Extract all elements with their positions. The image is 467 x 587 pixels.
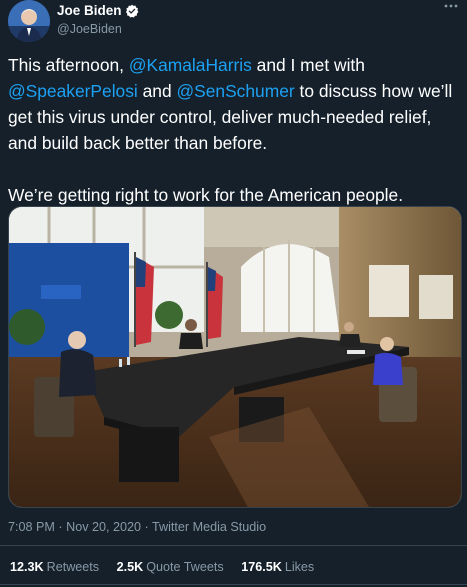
text-segment: and	[137, 81, 177, 101]
tweet-stats: 12.3K Retweets 2.5K Quote Tweets 176.5K Lik…	[10, 560, 328, 574]
divider	[0, 545, 467, 546]
separator: ·	[141, 520, 152, 534]
mention-speaker-pelosi[interactable]: @SpeakerPelosi	[8, 81, 138, 101]
text-segment: This afternoon,	[8, 55, 129, 75]
tweet-date[interactable]: Nov 20, 2020	[66, 520, 141, 534]
retweets-count: 12.3K	[10, 560, 44, 574]
tweet-header: Joe Biden @JoeBiden	[8, 0, 459, 44]
verified-badge-icon	[125, 4, 139, 18]
tweet-photo[interactable]	[8, 206, 462, 508]
display-name-row[interactable]: Joe Biden	[57, 3, 139, 18]
likes-stat[interactable]: 176.5K Likes	[241, 560, 314, 574]
text-segment: and I met with	[251, 55, 365, 75]
retweets-label: Retweets	[46, 560, 100, 574]
tweet-time[interactable]: 7:08 PM	[8, 520, 55, 534]
more-horizontal-icon[interactable]	[435, 0, 459, 14]
quote-tweets-count: 2.5K	[116, 560, 144, 574]
handle[interactable]: @JoeBiden	[57, 22, 139, 36]
tweet-meta: 7:08 PM · Nov 20, 2020 · Twitter Media S…	[8, 520, 266, 534]
author-names: Joe Biden @JoeBiden	[57, 2, 139, 36]
quote-tweets-stat[interactable]: 2.5K Quote Tweets	[117, 560, 224, 574]
quote-tweets-label: Quote Tweets	[146, 560, 224, 574]
tweet-source[interactable]: Twitter Media Studio	[152, 520, 266, 534]
tweet-paragraph-1: This afternoon, @KamalaHarris and I met …	[8, 52, 463, 156]
likes-label: Likes	[284, 560, 315, 574]
separator: ·	[54, 520, 67, 534]
mention-sen-schumer[interactable]: @SenSchumer	[176, 81, 294, 101]
avatar[interactable]	[8, 0, 50, 42]
mention-kamala-harris[interactable]: @KamalaHarris	[129, 55, 252, 75]
likes-count: 176.5K	[241, 560, 282, 574]
tweet-paragraph-2: We’re getting right to work for the Amer…	[8, 185, 404, 205]
divider	[0, 584, 467, 585]
retweets-stat[interactable]: 12.3K Retweets	[10, 560, 99, 574]
display-name[interactable]: Joe Biden	[57, 3, 122, 18]
tweet-text: This afternoon, @KamalaHarris and I met …	[8, 52, 463, 208]
